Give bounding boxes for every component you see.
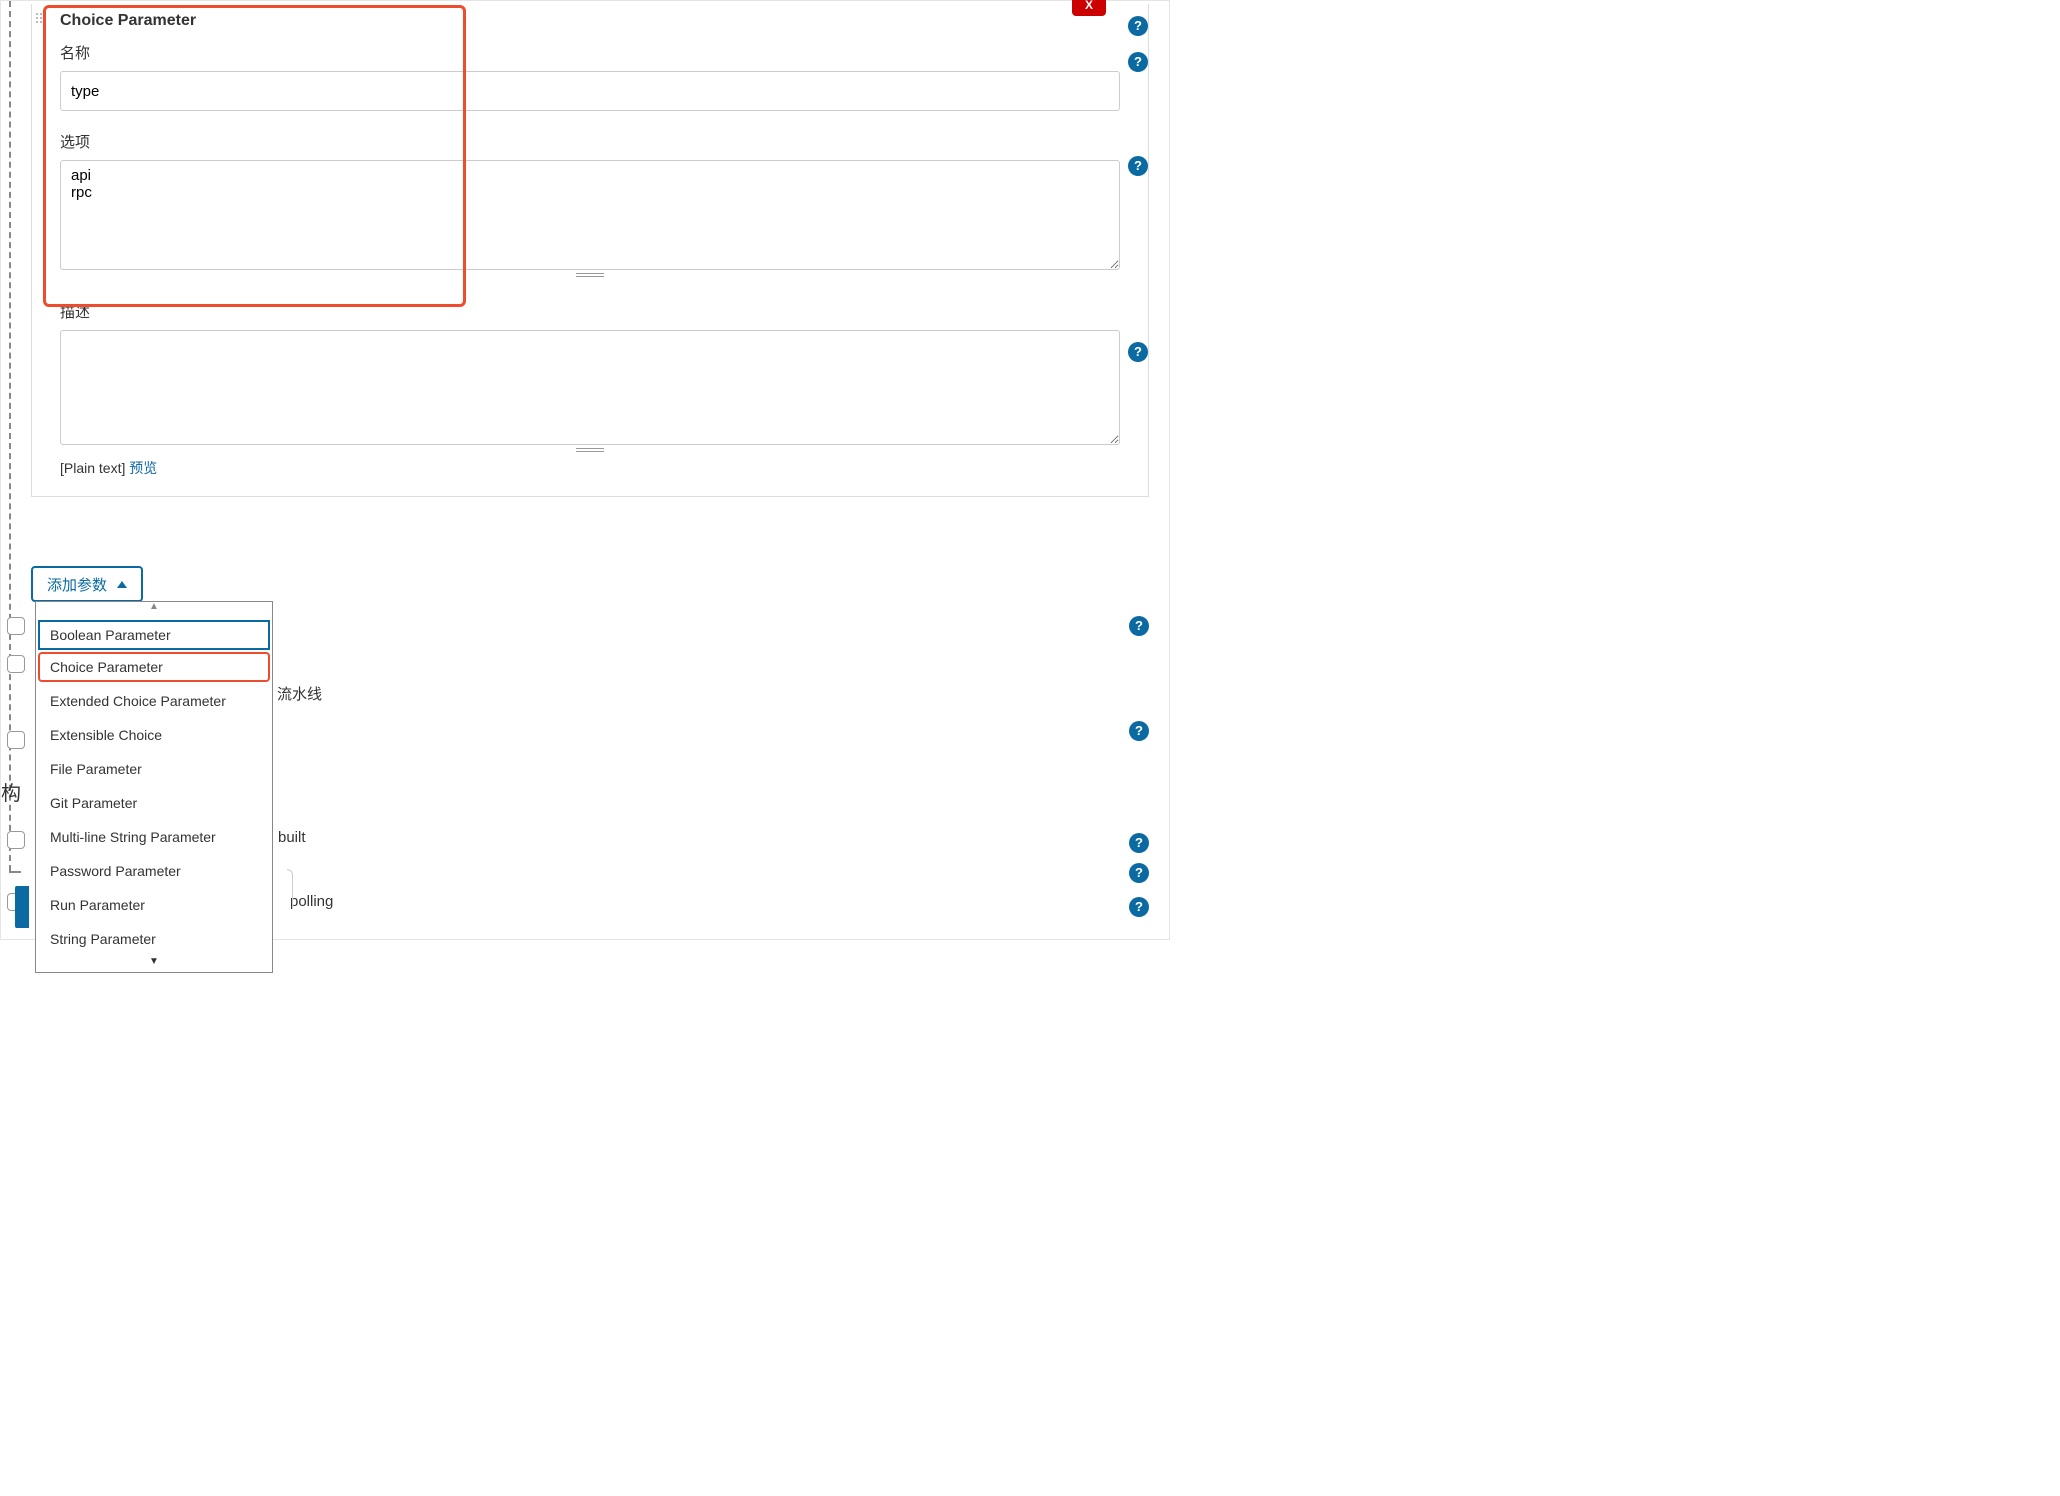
description-label: 描述 [60, 301, 1120, 322]
add-parameter-label: 添加参数 [47, 574, 107, 595]
background-panel-edge [287, 869, 293, 909]
help-icon[interactable]: ? [1128, 156, 1148, 176]
help-icon[interactable]: ? [1129, 897, 1149, 917]
dropdown-item-boolean-parameter[interactable]: Boolean Parameter [38, 620, 270, 650]
dropdown-item-file-parameter[interactable]: File Parameter [36, 752, 272, 786]
resize-grip[interactable] [60, 447, 1120, 452]
choice-parameter-panel: X ? ? ? ? Choice Parameter 名称 选项 描述 [Pla… [31, 4, 1149, 497]
add-parameter-button[interactable]: 添加参数 [31, 566, 143, 602]
dropdown-item-choice-parameter[interactable]: Choice Parameter [38, 652, 270, 682]
background-text-fragment: built [278, 829, 306, 846]
dropdown-item-git-parameter[interactable]: Git Parameter [36, 786, 272, 820]
dropdown-item-string-parameter[interactable]: String Parameter [36, 922, 272, 956]
background-text-fragment: polling [290, 893, 333, 910]
panel-inner: ? ? ? ? Choice Parameter 名称 选项 描述 [Plain… [32, 4, 1148, 496]
dropdown-scroll-down[interactable]: ▼ [36, 956, 272, 972]
section-active-tab-indicator [15, 886, 29, 928]
background-section-header-fragment: 构 [1, 777, 21, 806]
help-icon[interactable]: ? [1129, 833, 1149, 853]
add-parameter-dropdown: ▲ Boolean Parameter Choice Parameter Ext… [35, 601, 273, 973]
dropdown-item-multiline-string-parameter[interactable]: Multi-line String Parameter [36, 820, 272, 854]
drag-region-border-bottom [9, 871, 21, 873]
parameter-type-title: Choice Parameter [60, 12, 1120, 30]
plain-text-label: [Plain text] [60, 460, 125, 476]
caret-up-icon [117, 581, 127, 588]
background-text-fragment: 流水线 [277, 683, 322, 704]
background-checkbox[interactable] [7, 655, 25, 673]
dropdown-item-extended-choice-parameter[interactable]: Extended Choice Parameter [36, 684, 272, 718]
dropdown-item-password-parameter[interactable]: Password Parameter [36, 854, 272, 888]
page-container: X ? ? ? ? Choice Parameter 名称 选项 描述 [Pla… [0, 0, 1170, 940]
dropdown-item-run-parameter[interactable]: Run Parameter [36, 888, 272, 922]
dropdown-item-extensible-choice[interactable]: Extensible Choice [36, 718, 272, 752]
background-checkbox[interactable] [7, 617, 25, 635]
preview-link[interactable]: 预览 [129, 460, 157, 476]
dropdown-scroll-up[interactable]: ▲ [36, 602, 272, 618]
background-checkbox[interactable] [7, 731, 25, 749]
choices-textarea[interactable] [60, 160, 1120, 270]
name-input[interactable] [60, 71, 1120, 111]
help-icon[interactable]: ? [1129, 863, 1149, 883]
help-icon[interactable]: ? [1128, 52, 1148, 72]
background-checkbox[interactable] [7, 831, 25, 849]
name-label: 名称 [60, 42, 1120, 63]
choices-label: 选项 [60, 131, 1120, 152]
help-icon[interactable]: ? [1128, 16, 1148, 36]
help-icon[interactable]: ? [1129, 616, 1149, 636]
description-format-row: [Plain text] 预览 [60, 458, 1120, 478]
help-icon[interactable]: ? [1128, 342, 1148, 362]
help-icon[interactable]: ? [1129, 721, 1149, 741]
description-textarea[interactable] [60, 330, 1120, 445]
